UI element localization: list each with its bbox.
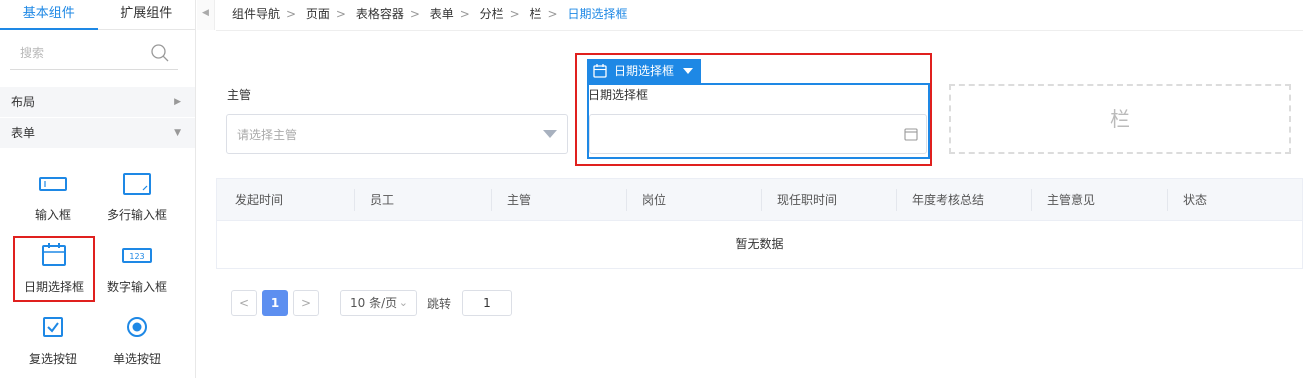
supervisor-select[interactable]: 请选择主管 xyxy=(226,114,568,154)
component-input[interactable]: 输入框 xyxy=(13,166,93,230)
date-picker-tag-label: 日期选择框 xyxy=(614,64,675,78)
chevron-right-icon: > xyxy=(459,7,470,21)
component-radio[interactable]: 单选按钮 xyxy=(97,310,177,374)
page-number-current[interactable]: 1 xyxy=(262,290,288,316)
component-label: 单选按钮 xyxy=(112,352,161,366)
table-empty-text: 暂无数据 xyxy=(735,237,784,251)
next-page-button[interactable]: > xyxy=(293,290,319,316)
chevron-down-icon: ⌄ xyxy=(398,296,408,309)
supervisor-label: 主管 xyxy=(227,88,252,102)
data-table: 发起时间 员工 主管 岗位 现任职时间 年度考核总结 主管意见 状态 暂无数据 xyxy=(216,178,1303,269)
breadcrumb-item[interactable]: 组件导航 xyxy=(232,7,280,21)
date-picker-input[interactable] xyxy=(589,114,927,154)
tab-basic-components[interactable]: 基本组件 xyxy=(0,0,98,30)
jump-page-input[interactable]: 1 xyxy=(462,290,512,316)
number-input-icon: 123 xyxy=(122,248,152,263)
breadcrumb: 组件导航 > 页面 > 表格容器 > 表单 > 分栏 > 栏 > 日期选择框 xyxy=(232,0,627,30)
calendar-icon xyxy=(593,64,607,78)
group-form[interactable]: 表单 ▼ xyxy=(0,118,195,148)
breadcrumb-item[interactable]: 栏 xyxy=(530,7,542,21)
date-picker-component-tag[interactable]: 日期选择框 xyxy=(587,59,701,83)
group-form-label: 表单 xyxy=(11,126,36,140)
component-label: 日期选择框 xyxy=(23,280,84,294)
calendar-icon[interactable] xyxy=(904,128,918,141)
column-header: 员工 xyxy=(354,179,394,221)
page-size-select[interactable]: 10 条/页 ⌄ xyxy=(340,290,417,316)
component-label: 输入框 xyxy=(34,208,71,222)
group-layout-label: 布局 xyxy=(11,95,36,109)
chevron-right-icon: > xyxy=(286,7,297,21)
component-label: 多行输入框 xyxy=(106,208,167,222)
sidebar-tabs: 基本组件 扩展组件 xyxy=(0,0,195,30)
breadcrumb-item[interactable]: 页面 xyxy=(306,7,330,21)
breadcrumb-item[interactable]: 表单 xyxy=(430,7,454,21)
column-header: 主管 xyxy=(491,179,531,221)
chevron-right-icon: > xyxy=(547,7,558,21)
breadcrumb-item[interactable]: 表格容器 xyxy=(356,7,404,21)
component-sidebar: 基本组件 扩展组件 布局 ▶ 表单 ▼ 输入框 多行输入框 xyxy=(0,0,196,378)
chevron-right-icon: > xyxy=(335,7,346,21)
chevron-right-icon: > xyxy=(409,7,420,21)
group-layout[interactable]: 布局 ▶ xyxy=(0,87,195,117)
column-header: 主管意见 xyxy=(1031,179,1095,221)
jump-label: 跳转 xyxy=(427,297,452,311)
supervisor-placeholder: 请选择主管 xyxy=(237,128,298,142)
search-box xyxy=(10,38,178,70)
prev-page-button[interactable]: < xyxy=(231,290,257,316)
column-header: 年度考核总结 xyxy=(896,179,984,221)
caret-down-icon: ▼ xyxy=(174,128,181,138)
radio-icon xyxy=(127,317,147,337)
textarea-icon xyxy=(123,173,151,195)
chevron-right-icon: > xyxy=(509,7,520,21)
column-header: 发起时间 xyxy=(235,193,284,207)
component-textarea[interactable]: 多行输入框 xyxy=(97,166,177,230)
input-icon xyxy=(39,177,67,191)
component-checkbox[interactable]: 复选按钮 xyxy=(13,310,93,374)
breadcrumb-item[interactable]: 分栏 xyxy=(480,7,504,21)
page-size-value: 10 条/页 xyxy=(350,296,398,310)
component-label: 复选按钮 xyxy=(28,352,77,366)
column-header: 现任职时间 xyxy=(761,179,837,221)
search-input[interactable] xyxy=(10,38,150,68)
caret-down-icon[interactable] xyxy=(683,68,693,74)
dropdown-arrow-icon xyxy=(543,130,557,138)
component-number-input[interactable]: 123 数字输入框 xyxy=(97,238,177,302)
collapse-sidebar-button[interactable]: ◀ xyxy=(197,0,215,30)
column-header: 状态 xyxy=(1167,179,1207,221)
header-divider xyxy=(216,30,1303,31)
column-header: 岗位 xyxy=(626,179,666,221)
table-header: 发起时间 员工 主管 岗位 现任职时间 年度考核总结 主管意见 状态 xyxy=(217,179,1302,221)
breadcrumb-current: 日期选择框 xyxy=(567,7,628,21)
search-icon[interactable] xyxy=(150,43,170,63)
component-label: 数字输入框 xyxy=(106,280,167,294)
checkbox-icon xyxy=(43,317,63,337)
component-datepicker[interactable]: 日期选择框 xyxy=(13,236,95,302)
tab-extended-components[interactable]: 扩展组件 xyxy=(98,0,196,30)
caret-right-icon: ▶ xyxy=(174,97,181,107)
date-field-label: 日期选择框 xyxy=(588,88,649,102)
chevron-left-icon: ◀ xyxy=(202,8,209,18)
svg-text:123: 123 xyxy=(129,252,144,261)
calendar-icon xyxy=(42,243,66,266)
column-placeholder[interactable]: 栏 xyxy=(949,84,1291,154)
